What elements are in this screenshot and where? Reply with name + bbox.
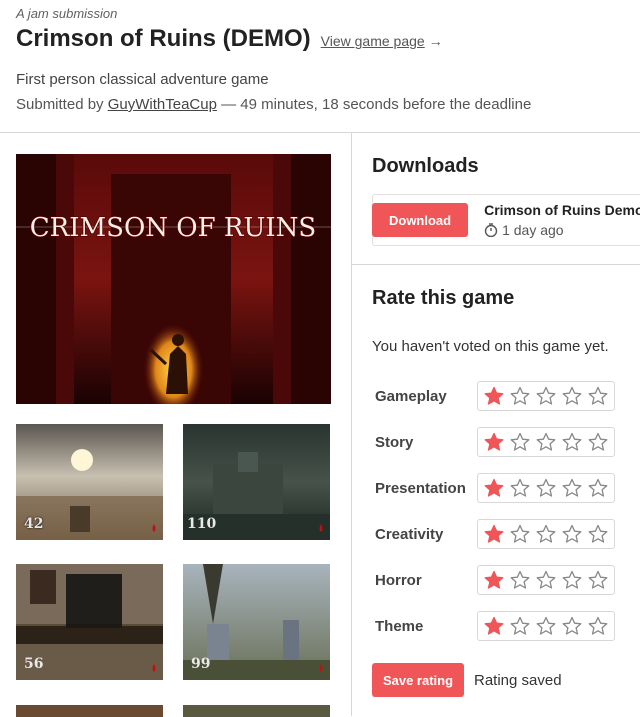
- media-column: CRIMSON OF RUINS 42 110 56 99: [16, 154, 332, 717]
- arrow-right-icon: →: [428, 33, 443, 49]
- star-filled-icon[interactable]: [484, 616, 504, 636]
- rating-criteria: Gameplay Story Presentation Creativity Horro…: [372, 373, 640, 649]
- rating-heading: Rate this game: [372, 287, 515, 309]
- star-empty-icon[interactable]: [536, 570, 556, 590]
- cover-title-text: CRIMSON OF RUINS: [30, 213, 316, 243]
- screenshot-6[interactable]: [183, 705, 330, 717]
- screenshot-2[interactable]: 110: [183, 424, 330, 540]
- star-empty-icon[interactable]: [562, 524, 582, 544]
- star-empty-icon[interactable]: [510, 432, 530, 452]
- downloads-heading: Downloads: [372, 155, 479, 177]
- rating-criterion-label: Horror: [375, 571, 422, 589]
- star-empty-icon[interactable]: [536, 478, 556, 498]
- submission-header: A jam submission Crimson of Ruins (DEMO)…: [0, 0, 640, 126]
- download-info: Crimson of Ruins Demo 1 day ago: [484, 202, 640, 238]
- submitted-prefix: Submitted by: [16, 96, 104, 113]
- screenshot-3-overlay: 56: [24, 656, 43, 672]
- download-row: Download Crimson of Ruins Demo 1 day ago: [372, 194, 640, 246]
- screenshot-2-overlay: 110: [187, 516, 216, 532]
- star-empty-icon[interactable]: [588, 616, 608, 636]
- star-filled-icon[interactable]: [484, 432, 504, 452]
- star-rating-input: [477, 519, 615, 549]
- star-empty-icon[interactable]: [536, 524, 556, 544]
- star-empty-icon[interactable]: [562, 478, 582, 498]
- screenshot-2-art: 110: [183, 424, 330, 540]
- download-button[interactable]: Download: [372, 203, 469, 237]
- star-filled-icon[interactable]: [484, 478, 504, 498]
- submitted-line: Submitted by GuyWithTeaCup — 49 minutes,…: [16, 96, 624, 113]
- cover-art: CRIMSON OF RUINS: [16, 154, 331, 404]
- rating-section: Rate this game You haven't voted on this…: [352, 265, 640, 697]
- rating-row: Horror: [372, 557, 640, 603]
- star-empty-icon[interactable]: [588, 386, 608, 406]
- sidebar: Downloads Download Crimson of Ruins Demo…: [352, 133, 640, 697]
- author-link[interactable]: GuyWithTeaCup: [108, 96, 217, 113]
- title-row: Crimson of Ruins (DEMO) View game page →: [16, 25, 624, 53]
- screenshot-1-overlay: 42: [24, 516, 43, 532]
- game-title: Crimson of Ruins (DEMO): [16, 25, 311, 52]
- download-age-text: 1 day ago: [502, 222, 564, 238]
- cover-image[interactable]: CRIMSON OF RUINS: [16, 154, 331, 404]
- star-empty-icon[interactable]: [510, 478, 530, 498]
- rating-criterion-label: Creativity: [375, 525, 444, 543]
- download-file-name: Crimson of Ruins Demo: [484, 202, 640, 218]
- view-game-page-label: View game page: [320, 33, 425, 49]
- star-filled-icon[interactable]: [484, 524, 504, 544]
- star-empty-icon[interactable]: [588, 570, 608, 590]
- jam-label: A jam submission: [16, 6, 118, 21]
- star-empty-icon[interactable]: [536, 386, 556, 406]
- save-row: Save rating Rating saved: [372, 663, 640, 697]
- star-rating-input: [477, 611, 615, 641]
- screenshot-3-art: 56: [16, 564, 163, 680]
- rating-criterion-label: Theme: [375, 617, 424, 635]
- clock-icon: [484, 223, 498, 237]
- screenshot-3[interactable]: 56: [16, 564, 163, 680]
- rating-criterion-label: Presentation: [375, 479, 466, 497]
- submitted-suffix: — 49 minutes, 18 seconds before the dead…: [221, 96, 532, 113]
- rating-criterion-label: Story: [375, 433, 414, 451]
- rating-row: Theme: [372, 603, 640, 649]
- downloads-section: Downloads Download Crimson of Ruins Demo…: [352, 133, 640, 265]
- rating-row: Presentation: [372, 465, 640, 511]
- star-empty-icon[interactable]: [562, 386, 582, 406]
- screenshot-1[interactable]: 42: [16, 424, 163, 540]
- star-rating-input: [477, 473, 615, 503]
- rating-row: Story: [372, 419, 640, 465]
- screenshot-5[interactable]: [16, 705, 163, 717]
- star-empty-icon[interactable]: [562, 570, 582, 590]
- star-empty-icon[interactable]: [510, 524, 530, 544]
- star-empty-icon[interactable]: [536, 432, 556, 452]
- star-empty-icon[interactable]: [536, 616, 556, 636]
- star-empty-icon[interactable]: [510, 386, 530, 406]
- rating-row: Gameplay: [372, 373, 640, 419]
- star-rating-input: [477, 381, 615, 411]
- screenshot-1-art: 42: [16, 424, 163, 540]
- star-empty-icon[interactable]: [588, 432, 608, 452]
- star-empty-icon[interactable]: [588, 478, 608, 498]
- view-game-page-link[interactable]: View game page →: [321, 33, 443, 49]
- star-rating-input: [477, 565, 615, 595]
- star-empty-icon[interactable]: [510, 570, 530, 590]
- game-tagline: First person classical adventure game: [16, 71, 269, 88]
- rating-criterion-label: Gameplay: [375, 387, 447, 405]
- rating-hint: You haven't voted on this game yet.: [372, 338, 609, 355]
- star-empty-icon[interactable]: [588, 524, 608, 544]
- screenshot-4-overlay: 99: [191, 656, 210, 672]
- download-age: 1 day ago: [484, 222, 640, 238]
- star-empty-icon[interactable]: [510, 616, 530, 636]
- star-filled-icon[interactable]: [484, 570, 504, 590]
- star-empty-icon[interactable]: [562, 432, 582, 452]
- rating-status: Rating saved: [474, 671, 562, 689]
- star-rating-input: [477, 427, 615, 457]
- save-rating-button[interactable]: Save rating: [372, 663, 464, 697]
- screenshot-4[interactable]: 99: [183, 564, 330, 680]
- star-empty-icon[interactable]: [562, 616, 582, 636]
- screenshot-4-art: 99: [183, 564, 330, 680]
- rating-row: Creativity: [372, 511, 640, 557]
- star-filled-icon[interactable]: [484, 386, 504, 406]
